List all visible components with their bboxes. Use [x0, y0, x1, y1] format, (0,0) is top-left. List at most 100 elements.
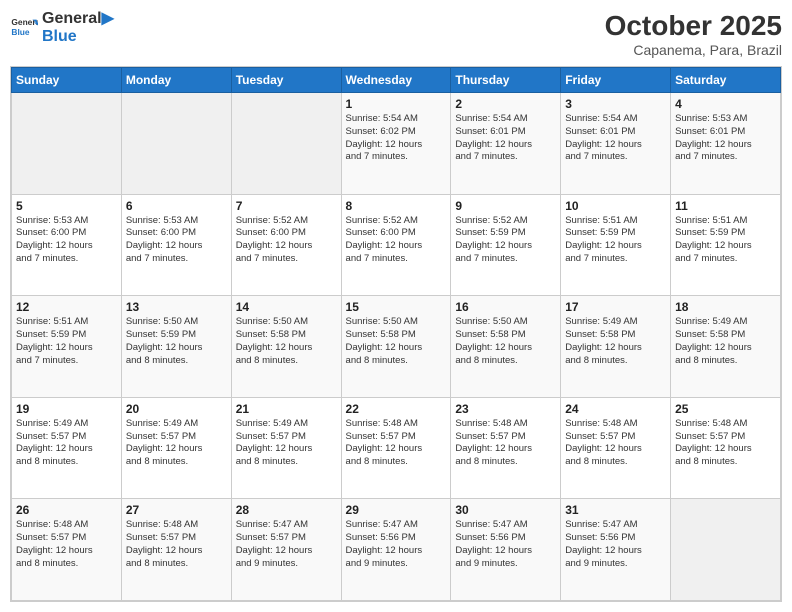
table-cell: 13 Sunrise: 5:50 AM Sunset: 5:59 PM Dayli… [121, 296, 231, 398]
day-number: 16 [455, 300, 556, 314]
day-number: 2 [455, 97, 556, 111]
table-cell: 1 Sunrise: 5:54 AM Sunset: 6:02 PM Daylig… [341, 93, 451, 195]
table-cell: 12 Sunrise: 5:51 AM Sunset: 5:59 PM Dayli… [12, 296, 122, 398]
day-info: Sunrise: 5:49 AM Sunset: 5:57 PM Dayligh… [16, 418, 117, 469]
table-cell: 31 Sunrise: 5:47 AM Sunset: 5:56 PM Dayli… [561, 499, 671, 601]
table-cell: 15 Sunrise: 5:50 AM Sunset: 5:58 PM Dayli… [341, 296, 451, 398]
svg-text:Blue: Blue [11, 27, 29, 37]
day-number: 22 [346, 402, 447, 416]
table-cell: 30 Sunrise: 5:47 AM Sunset: 5:56 PM Dayli… [451, 499, 561, 601]
table-cell: 24Sunrise: 5:48 AM Sunset: 5:57 PM Dayli… [561, 397, 671, 499]
day-info: Sunrise: 5:48 AM Sunset: 5:57 PM Dayligh… [16, 519, 117, 570]
table-cell: 25Sunrise: 5:48 AM Sunset: 5:57 PM Dayli… [671, 397, 781, 499]
day-info: Sunrise: 5:53 AM Sunset: 6:00 PM Dayligh… [126, 215, 227, 266]
table-cell: 11Sunrise: 5:51 AM Sunset: 5:59 PM Dayli… [671, 194, 781, 296]
day-info: Sunrise: 5:48 AM Sunset: 5:57 PM Dayligh… [346, 418, 447, 469]
logo-icon: General Blue [10, 14, 38, 42]
table-cell: 10 Sunrise: 5:51 AM Sunset: 5:59 PM Dayli… [561, 194, 671, 296]
table-cell [12, 93, 122, 195]
month-title: October 2025 [605, 10, 782, 42]
week-row-3: 12 Sunrise: 5:51 AM Sunset: 5:59 PM Dayli… [12, 296, 781, 398]
day-number: 18 [675, 300, 776, 314]
page: General Blue General▶ Blue October 2025 … [0, 0, 792, 612]
week-row-1: 1 Sunrise: 5:54 AM Sunset: 6:02 PM Daylig… [12, 93, 781, 195]
day-number: 8 [346, 199, 447, 213]
day-number: 15 [346, 300, 447, 314]
day-info: Sunrise: 5:53 AM Sunset: 6:01 PM Dayligh… [675, 113, 776, 164]
table-cell: 17 Sunrise: 5:49 AM Sunset: 5:58 PM Dayli… [561, 296, 671, 398]
day-info: Sunrise: 5:48 AM Sunset: 5:57 PM Dayligh… [126, 519, 227, 570]
day-number: 25 [675, 402, 776, 416]
logo-blue: Blue [42, 28, 114, 46]
day-info: Sunrise: 5:48 AM Sunset: 5:57 PM Dayligh… [565, 418, 666, 469]
calendar: Sunday Monday Tuesday Wednesday Thursday… [10, 66, 782, 602]
title-block: October 2025 Capanema, Para, Brazil [605, 10, 782, 58]
table-cell: 7 Sunrise: 5:52 AM Sunset: 6:00 PM Daylig… [231, 194, 341, 296]
day-number: 26 [16, 503, 117, 517]
day-info: Sunrise: 5:47 AM Sunset: 5:56 PM Dayligh… [455, 519, 556, 570]
table-cell: 23Sunrise: 5:48 AM Sunset: 5:57 PM Dayli… [451, 397, 561, 499]
header: General Blue General▶ Blue October 2025 … [10, 10, 782, 58]
day-number: 30 [455, 503, 556, 517]
table-cell: 18 Sunrise: 5:49 AM Sunset: 5:58 PM Dayli… [671, 296, 781, 398]
day-number: 13 [126, 300, 227, 314]
table-cell: 16 Sunrise: 5:50 AM Sunset: 5:58 PM Dayli… [451, 296, 561, 398]
header-thursday: Thursday [451, 68, 561, 93]
day-number: 9 [455, 199, 556, 213]
table-cell: 6Sunrise: 5:53 AM Sunset: 6:00 PM Daylig… [121, 194, 231, 296]
table-cell: 9 Sunrise: 5:52 AM Sunset: 5:59 PM Daylig… [451, 194, 561, 296]
header-saturday: Saturday [671, 68, 781, 93]
day-number: 27 [126, 503, 227, 517]
day-info: Sunrise: 5:51 AM Sunset: 5:59 PM Dayligh… [675, 215, 776, 266]
location: Capanema, Para, Brazil [605, 42, 782, 58]
day-info: Sunrise: 5:54 AM Sunset: 6:02 PM Dayligh… [346, 113, 447, 164]
day-info: Sunrise: 5:47 AM Sunset: 5:56 PM Dayligh… [346, 519, 447, 570]
table-cell: 27 Sunrise: 5:48 AM Sunset: 5:57 PM Dayli… [121, 499, 231, 601]
logo-general: General▶ [42, 10, 114, 28]
week-row-2: 5 Sunrise: 5:53 AM Sunset: 6:00 PM Daylig… [12, 194, 781, 296]
week-row-4: 19 Sunrise: 5:49 AM Sunset: 5:57 PM Dayli… [12, 397, 781, 499]
table-cell: 28Sunrise: 5:47 AM Sunset: 5:57 PM Dayli… [231, 499, 341, 601]
day-info: Sunrise: 5:49 AM Sunset: 5:57 PM Dayligh… [126, 418, 227, 469]
day-number: 1 [346, 97, 447, 111]
day-info: Sunrise: 5:50 AM Sunset: 5:58 PM Dayligh… [455, 316, 556, 367]
day-number: 3 [565, 97, 666, 111]
day-info: Sunrise: 5:52 AM Sunset: 5:59 PM Dayligh… [455, 215, 556, 266]
day-info: Sunrise: 5:51 AM Sunset: 5:59 PM Dayligh… [565, 215, 666, 266]
table-cell [671, 499, 781, 601]
day-info: Sunrise: 5:50 AM Sunset: 5:59 PM Dayligh… [126, 316, 227, 367]
header-tuesday: Tuesday [231, 68, 341, 93]
day-number: 4 [675, 97, 776, 111]
day-info: Sunrise: 5:50 AM Sunset: 5:58 PM Dayligh… [346, 316, 447, 367]
days-header-row: Sunday Monday Tuesday Wednesday Thursday… [12, 68, 781, 93]
day-info: Sunrise: 5:49 AM Sunset: 5:58 PM Dayligh… [675, 316, 776, 367]
day-number: 5 [16, 199, 117, 213]
header-monday: Monday [121, 68, 231, 93]
day-number: 17 [565, 300, 666, 314]
day-info: Sunrise: 5:48 AM Sunset: 5:57 PM Dayligh… [455, 418, 556, 469]
day-info: Sunrise: 5:49 AM Sunset: 5:57 PM Dayligh… [236, 418, 337, 469]
day-info: Sunrise: 5:52 AM Sunset: 6:00 PM Dayligh… [346, 215, 447, 266]
day-info: Sunrise: 5:54 AM Sunset: 6:01 PM Dayligh… [455, 113, 556, 164]
table-cell: 20Sunrise: 5:49 AM Sunset: 5:57 PM Dayli… [121, 397, 231, 499]
day-number: 12 [16, 300, 117, 314]
table-cell: 2 Sunrise: 5:54 AM Sunset: 6:01 PM Daylig… [451, 93, 561, 195]
header-friday: Friday [561, 68, 671, 93]
day-info: Sunrise: 5:49 AM Sunset: 5:58 PM Dayligh… [565, 316, 666, 367]
day-info: Sunrise: 5:47 AM Sunset: 5:56 PM Dayligh… [565, 519, 666, 570]
week-row-5: 26 Sunrise: 5:48 AM Sunset: 5:57 PM Dayli… [12, 499, 781, 601]
table-cell [121, 93, 231, 195]
table-cell: 4 Sunrise: 5:53 AM Sunset: 6:01 PM Daylig… [671, 93, 781, 195]
day-info: Sunrise: 5:54 AM Sunset: 6:01 PM Dayligh… [565, 113, 666, 164]
day-number: 19 [16, 402, 117, 416]
day-number: 28 [236, 503, 337, 517]
day-number: 7 [236, 199, 337, 213]
day-number: 31 [565, 503, 666, 517]
logo: General Blue General▶ Blue [10, 10, 114, 45]
day-number: 21 [236, 402, 337, 416]
day-number: 14 [236, 300, 337, 314]
table-cell: 22 Sunrise: 5:48 AM Sunset: 5:57 PM Dayli… [341, 397, 451, 499]
day-info: Sunrise: 5:52 AM Sunset: 6:00 PM Dayligh… [236, 215, 337, 266]
day-info: Sunrise: 5:51 AM Sunset: 5:59 PM Dayligh… [16, 316, 117, 367]
day-number: 10 [565, 199, 666, 213]
